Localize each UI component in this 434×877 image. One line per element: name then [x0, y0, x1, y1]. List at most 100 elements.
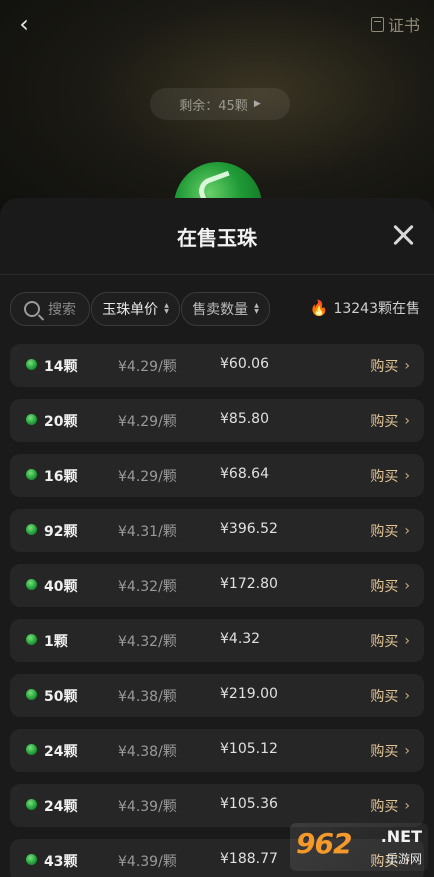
listing-total-price: ¥105.12 — [220, 741, 278, 757]
chevron-right-icon: › — [404, 468, 410, 484]
listing-unit-price: ¥4.38/颗 — [118, 689, 177, 705]
buy-button[interactable]: 购买 › — [370, 741, 410, 761]
search-placeholder: 搜索 — [48, 302, 76, 318]
watermark-site: 乐游网 — [385, 852, 422, 866]
triangle-right-icon: ▶ — [253, 99, 261, 109]
jade-icon — [26, 634, 37, 645]
list-item: 1颗 ¥4.32/颗 ¥4.32 购买 › — [10, 619, 424, 662]
jade-icon — [26, 524, 37, 535]
buy-label: 购买 — [370, 689, 399, 705]
listing-unit-price: ¥4.32/颗 — [118, 634, 177, 650]
chevron-right-icon: › — [404, 358, 410, 374]
listing-quantity: 50颗 — [44, 689, 78, 705]
listing-unit-price: ¥4.32/颗 — [118, 579, 177, 595]
quantity-sort-label: 售卖数量 — [192, 302, 249, 318]
listing-quantity: 14颗 — [44, 359, 78, 375]
chevron-right-icon: › — [404, 688, 410, 704]
price-sort-button[interactable]: 玉珠单价 ▲ ▼ — [91, 292, 180, 326]
listing-total-price: ¥105.36 — [220, 796, 278, 812]
buy-label: 购买 — [370, 744, 399, 760]
list-item: 24颗 ¥4.38/颗 ¥105.12 购买 › — [10, 729, 424, 772]
buy-label: 购买 — [370, 469, 399, 485]
listing-unit-price: ¥4.29/颗 — [118, 359, 177, 375]
buy-label: 购买 — [370, 634, 399, 650]
site-watermark: 962 .NET 乐游网 — [290, 823, 428, 871]
remaining-text: 剩余：45颗 — [179, 98, 248, 114]
quantity-sort-button[interactable]: 售卖数量 ▲ ▼ — [181, 292, 270, 326]
sheet-header: 在售玉珠 — [0, 198, 434, 275]
chevron-left-icon: ‹ — [19, 10, 29, 38]
document-icon — [370, 16, 384, 32]
listing-unit-price: ¥4.39/颗 — [118, 799, 177, 815]
listing-quantity: 20颗 — [44, 414, 78, 430]
chevron-right-icon: › — [404, 633, 410, 649]
price-sort-label: 玉珠单价 — [102, 302, 159, 318]
fire-icon: 🔥 — [309, 299, 329, 317]
listing-unit-price: ¥4.29/颗 — [118, 469, 177, 485]
chevron-right-icon: › — [404, 798, 410, 814]
certificate-label: 证书 — [387, 16, 420, 35]
chevron-right-icon: › — [404, 743, 410, 759]
buy-button[interactable]: 购买 › — [370, 686, 410, 706]
certificate-button[interactable]: 证书 — [370, 12, 420, 36]
buy-button[interactable]: 购买 › — [370, 631, 410, 651]
jade-icon — [26, 414, 37, 425]
buy-button[interactable]: 购买 › — [370, 466, 410, 486]
list-item: 24颗 ¥4.39/颗 ¥105.36 购买 › — [10, 784, 424, 827]
list-item: 40颗 ¥4.32/颗 ¥172.80 购买 › — [10, 564, 424, 607]
back-button[interactable]: ‹ — [12, 10, 36, 38]
buy-button[interactable]: 购买 › — [370, 576, 410, 596]
listing-unit-price: ¥4.39/颗 — [118, 854, 177, 870]
sheet-title: 在售玉珠 — [177, 226, 257, 250]
listing-quantity: 40颗 — [44, 579, 78, 595]
buy-button[interactable]: 购买 › — [370, 521, 410, 541]
listing-total-price: ¥219.00 — [220, 686, 278, 702]
buy-label: 购买 — [370, 799, 399, 815]
watermark-net: .NET — [380, 827, 422, 846]
list-item: 50颗 ¥4.38/颗 ¥219.00 购买 › — [10, 674, 424, 717]
jade-icon — [26, 579, 37, 590]
sort-icon: ▲ ▼ — [254, 302, 259, 315]
buy-label: 购买 — [370, 359, 399, 375]
watermark-logo: 962 — [296, 827, 352, 860]
jade-icon — [26, 854, 37, 865]
listing-quantity: 24颗 — [44, 799, 78, 815]
on-sale-sheet: 在售玉珠 搜索 玉珠单价 ▲ ▼ 售卖数量 ▲ ▼ 🔥 13243颗在售 14颗 ¥… — [0, 198, 434, 877]
listing-total-price: ¥172.80 — [220, 576, 278, 592]
sort-icon: ▲ ▼ — [164, 302, 169, 315]
close-icon[interactable] — [390, 222, 416, 248]
jade-icon — [26, 359, 37, 370]
list-item: 20颗 ¥4.29/颗 ¥85.80 购买 › — [10, 399, 424, 442]
buy-button[interactable]: 购买 › — [370, 796, 410, 816]
list-item: 16颗 ¥4.29/颗 ¥68.64 购买 › — [10, 454, 424, 497]
on-sale-text: 13243颗在售 — [333, 301, 420, 317]
buy-label: 购买 — [370, 524, 399, 540]
listing-total-price: ¥60.06 — [220, 356, 269, 372]
jade-icon — [26, 689, 37, 700]
buy-button[interactable]: 购买 › — [370, 411, 410, 431]
listing-unit-price: ¥4.31/颗 — [118, 524, 177, 540]
listing-total-price: ¥4.32 — [220, 631, 261, 647]
listing-unit-price: ¥4.29/颗 — [118, 414, 177, 430]
jade-icon — [26, 744, 37, 755]
buy-button[interactable]: 购买 › — [370, 356, 410, 376]
jade-icon — [26, 469, 37, 480]
jade-icon — [26, 799, 37, 810]
listing-quantity: 43颗 — [44, 854, 78, 870]
list-item: 14颗 ¥4.29/颗 ¥60.06 购买 › — [10, 344, 424, 387]
listing-quantity: 24颗 — [44, 744, 78, 760]
filter-bar: 搜索 玉珠单价 ▲ ▼ 售卖数量 ▲ ▼ 🔥 13243颗在售 — [0, 292, 434, 328]
remaining-count-pill[interactable]: 剩余：45颗 ▶ — [150, 88, 290, 120]
listing-total-price: ¥85.80 — [220, 411, 269, 427]
listing-unit-price: ¥4.38/颗 — [118, 744, 177, 760]
listing-quantity: 16颗 — [44, 469, 78, 485]
on-sale-count: 🔥 13243颗在售 — [310, 298, 420, 318]
listing-total-price: ¥188.77 — [220, 851, 278, 867]
chevron-right-icon: › — [404, 413, 410, 429]
search-icon — [24, 301, 40, 317]
listing-total-price: ¥68.64 — [220, 466, 269, 482]
buy-label: 购买 — [370, 414, 399, 430]
listing-quantity: 1颗 — [44, 634, 68, 650]
list-item: 92颗 ¥4.31/颗 ¥396.52 购买 › — [10, 509, 424, 552]
search-input[interactable]: 搜索 — [10, 292, 90, 326]
